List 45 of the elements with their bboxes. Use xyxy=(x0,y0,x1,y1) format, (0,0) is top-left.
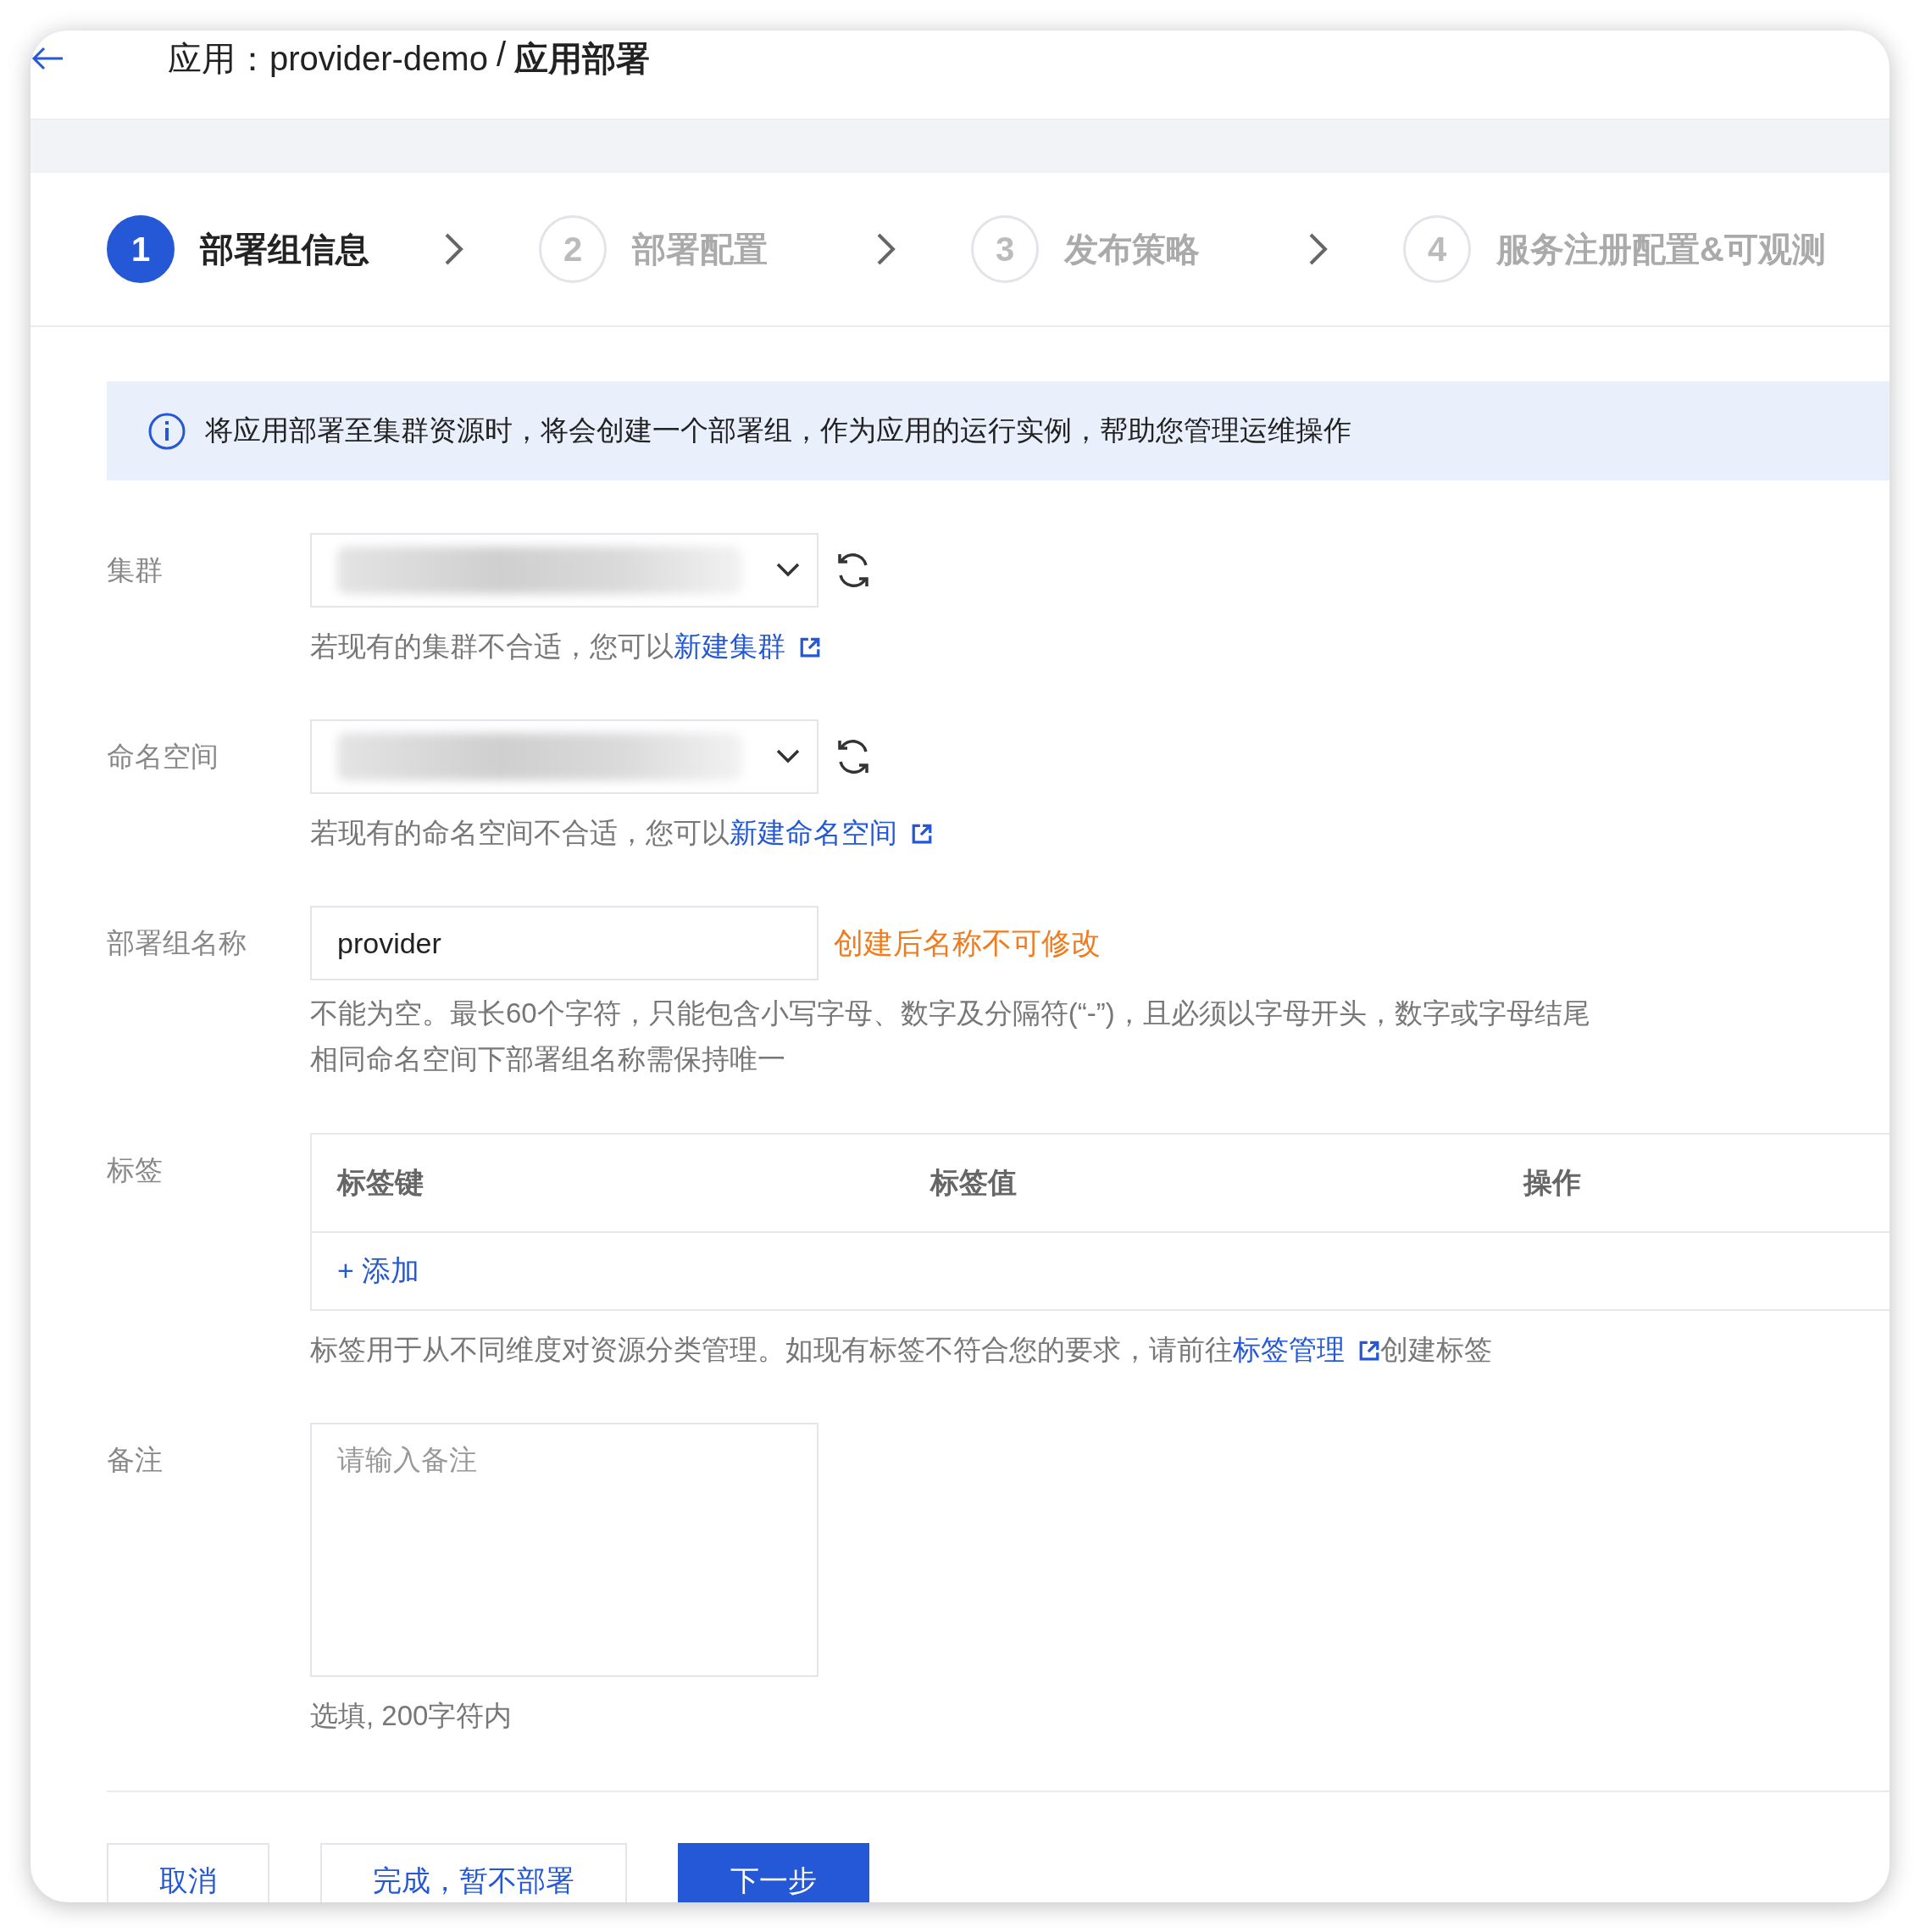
field-label: 部署组名称 xyxy=(107,926,247,960)
chevron-right-icon xyxy=(876,232,896,266)
field-label: 命名空间 xyxy=(107,740,219,774)
helper-text: 相同命名空间下部署组名称需保持唯一 xyxy=(310,1042,786,1076)
helper-text: 不能为空。最长60个字符，只能包含小写字母、数字及分隔符(“-”)，且必须以字母开头，数字或字母结尾 xyxy=(310,997,1591,1030)
select-field[interactable] xyxy=(310,719,818,794)
chevron-right-icon xyxy=(1308,232,1329,266)
breadcrumb-separator: / xyxy=(496,36,506,75)
helper-text: 若现有的命名空间不合适，您可以新建命名空间 xyxy=(310,811,1889,855)
helper-text: 标签用于从不同维度对资源分类管理。如现有标签不符合您的要求，请前往标签管理 创建标签 xyxy=(310,1333,1493,1367)
remark-field[interactable]: 请输入备注 xyxy=(310,1423,818,1677)
step-number: 3 xyxy=(971,215,1039,283)
link[interactable]: 新建集群 xyxy=(674,630,821,662)
info-text: 将应用部署至集群资源时，将会创建一个部署组，作为应用的运行实例，帮助您管理运维操作 xyxy=(205,414,1351,447)
external-link-icon xyxy=(911,823,933,845)
step-number: 1 xyxy=(107,215,175,283)
link[interactable]: 新建命名空间 xyxy=(730,817,933,848)
add-link[interactable]: + 添加 xyxy=(337,1252,420,1291)
chevron-down-icon xyxy=(776,563,800,578)
step-number: 2 xyxy=(539,215,607,283)
external-link-icon xyxy=(799,636,821,658)
helper-text: 若现有的集群不合适，您可以新建集群 xyxy=(310,625,1889,669)
chevron-right-icon xyxy=(444,232,464,266)
breadcrumb-link[interactable]: 应用：provider-demo xyxy=(168,36,488,82)
breadcrumb-current: 应用部署 xyxy=(514,39,650,79)
warning-text: 创建后名称不可修改 xyxy=(834,924,1101,961)
field-label: 集群 xyxy=(107,553,164,587)
select-field[interactable] xyxy=(310,533,818,608)
secondary-button[interactable]: 取消 xyxy=(107,1843,269,1902)
info-icon xyxy=(147,411,186,451)
input-field[interactable]: provider xyxy=(310,906,818,980)
link[interactable]: 标签管理 xyxy=(1233,1334,1380,1365)
step-label[interactable]: 部署组信息 xyxy=(200,225,369,273)
next-button[interactable]: 下一步 xyxy=(678,1843,869,1902)
column-header: 标签值 xyxy=(929,1165,1018,1200)
column-header: 标签键 xyxy=(336,1165,425,1200)
column-header: 操作 xyxy=(1522,1165,1582,1200)
external-link-icon xyxy=(1358,1340,1380,1362)
field-label: 标签 xyxy=(107,1153,164,1187)
secondary-button[interactable]: 完成，暂不部署 xyxy=(320,1843,627,1902)
back-arrow-icon[interactable] xyxy=(31,46,64,71)
step-number: 4 xyxy=(1403,215,1471,283)
helper-text: 选填, 200字符内 xyxy=(310,1699,513,1733)
field-label: 备注 xyxy=(107,1443,164,1477)
chevron-down-icon xyxy=(776,749,800,764)
